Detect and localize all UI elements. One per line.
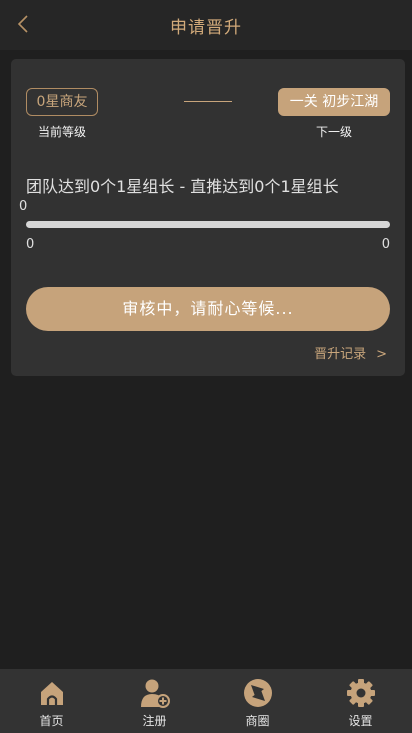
- progress-min-label: 0: [26, 237, 35, 252]
- next-level-caption: 下一级: [315, 125, 352, 139]
- current-level-caption: 当前等级: [37, 125, 86, 139]
- gear-icon: [346, 679, 375, 707]
- add-user-icon: [140, 679, 170, 708]
- bottom-tab-bar: 首页 注册 商圈 设置: [0, 669, 412, 733]
- tab-settings-label: 设置: [348, 714, 373, 728]
- tab-circle[interactable]: 商圈: [206, 669, 309, 733]
- promotion-record-label: 晋升记录: [314, 347, 367, 362]
- page-title: 申请晋升: [170, 18, 242, 38]
- tab-settings[interactable]: 设置: [309, 669, 412, 733]
- progress-max-label: 0: [381, 237, 390, 252]
- home-icon: [40, 682, 63, 705]
- chevron-right-icon: >: [376, 347, 387, 362]
- header-bar: 申请晋升: [0, 0, 412, 50]
- tab-home[interactable]: 首页: [0, 669, 103, 733]
- promotion-card: 0星商友 一关 初步江湖 当前等级 下一级 团队达到0个1星组长 - 直推达到0…: [11, 59, 405, 376]
- progress-current-value: 0: [19, 199, 28, 214]
- next-level-badge: 一关 初步江湖: [278, 88, 390, 116]
- review-status-button[interactable]: 审核中，请耐心等候...: [26, 287, 390, 331]
- progress-bar: [26, 221, 390, 228]
- promotion-record-link[interactable]: 晋升记录 >: [314, 343, 387, 362]
- tab-register-label: 注册: [142, 714, 167, 728]
- current-level-badge: 0星商友: [26, 88, 98, 116]
- tab-home-label: 首页: [39, 714, 64, 728]
- level-connector: [184, 101, 232, 102]
- promotion-requirement: 团队达到0个1星组长 - 直推达到0个1星组长: [26, 177, 339, 196]
- shutter-icon: [243, 679, 272, 707]
- tab-circle-label: 商圈: [245, 714, 270, 728]
- tab-register[interactable]: 注册: [103, 669, 206, 733]
